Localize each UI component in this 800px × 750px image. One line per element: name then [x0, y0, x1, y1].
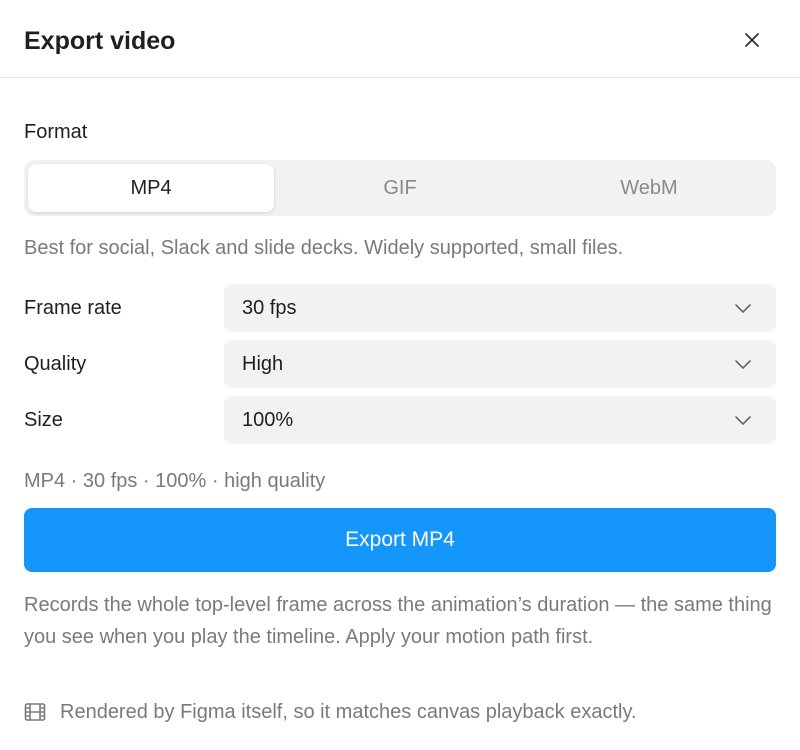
export-summary: MP4 · 30 fps · 100% · high quality — [24, 470, 326, 492]
footnote-text: Rendered by Figma itself, so it matches … — [60, 701, 637, 723]
quality-value: High — [242, 353, 284, 375]
format-option-webm[interactable]: WebM — [526, 164, 772, 212]
format-description: Best for social, Slack and slide decks. … — [24, 237, 624, 259]
close-button[interactable] — [734, 22, 770, 58]
chevron-down-icon — [735, 304, 751, 313]
export-note: Records the whole top-level frame across… — [24, 594, 772, 648]
size-select[interactable]: 100% — [224, 396, 776, 444]
footnote: Rendered by Figma itself, so it matches … — [24, 697, 637, 727]
format-option-mp4[interactable]: MP4 — [28, 164, 274, 212]
close-icon — [745, 33, 759, 47]
size-label: Size — [24, 409, 63, 431]
frame-rate-label: Frame rate — [24, 297, 122, 319]
frame-rate-select[interactable]: 30 fps — [224, 284, 776, 332]
format-segmented-control: MP4 GIF WebM — [24, 160, 776, 216]
quality-label: Quality — [24, 353, 87, 375]
format-label: Format — [24, 121, 88, 143]
dialog-header: Export video — [0, 0, 800, 78]
quality-select[interactable]: High — [224, 340, 776, 388]
export-button-label: Export MP4 — [345, 528, 455, 551]
chevron-down-icon — [735, 416, 751, 425]
chevron-down-icon — [735, 360, 751, 369]
export-button[interactable]: Export MP4 — [24, 508, 776, 572]
size-value: 100% — [242, 409, 294, 431]
dialog-title: Export video — [24, 27, 176, 55]
film-icon — [24, 703, 46, 721]
frame-rate-value: 30 fps — [242, 297, 297, 319]
format-option-gif[interactable]: GIF — [277, 164, 523, 212]
